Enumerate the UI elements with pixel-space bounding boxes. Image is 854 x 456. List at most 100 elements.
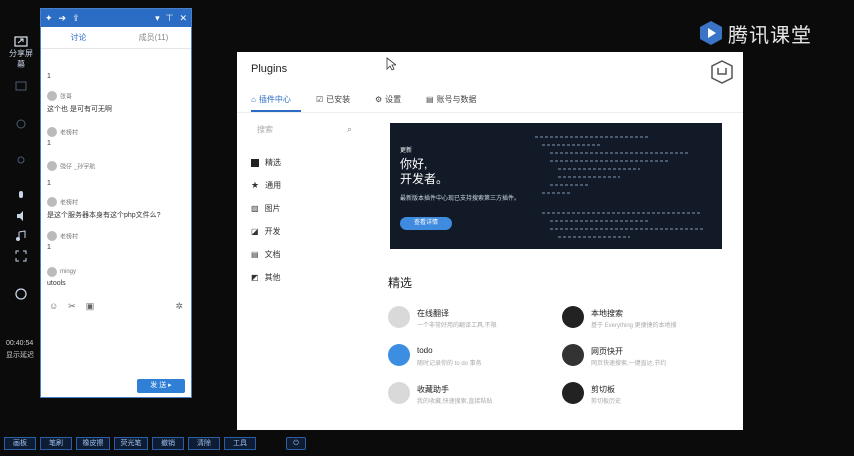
speaker-icon — [17, 211, 23, 221]
banner-tag: 更新 — [400, 148, 413, 154]
chat-message: 1 — [47, 180, 51, 187]
tab-account-data[interactable]: ▤ 账号与数据 — [426, 94, 477, 105]
category-images[interactable]: ▨ 图片 — [251, 203, 281, 214]
volume-button[interactable] — [6, 210, 36, 222]
code-icon: ◪ — [251, 227, 259, 236]
clear-button[interactable]: 清除 — [188, 437, 220, 450]
more-icon: ◩ — [251, 273, 259, 282]
plugin-item-todo[interactable]: todo 随时记录你的 to do 事务 — [388, 344, 558, 370]
tools-button[interactable]: 工具 — [224, 437, 256, 450]
avatar — [47, 267, 57, 277]
category-documents[interactable]: ▤ 文档 — [251, 249, 281, 260]
plugin-item-web-open[interactable]: 网页快开 网页快速搜索,一键直达,节约 — [562, 344, 732, 370]
utools-logo-icon[interactable] — [710, 60, 734, 84]
rocket-icon — [562, 344, 584, 366]
share-icon[interactable]: ⇪ — [72, 13, 80, 24]
avatar — [47, 231, 57, 241]
translate-icon — [388, 306, 410, 328]
plugin-name: todo — [417, 346, 433, 355]
pin-icon[interactable]: ✦ — [45, 13, 53, 24]
plugin-name: 收藏助手 — [417, 385, 449, 394]
plugin-item-translate[interactable]: 在线翻译 一个非常好用的翻译工具,不限 — [388, 306, 558, 332]
power-icon: ⏻ — [293, 440, 299, 447]
search-box[interactable]: 搜索 — [257, 124, 357, 138]
arrow-icon[interactable]: ➔ — [59, 13, 67, 24]
hero-banner: 更新 你好, 开发者。 最新版本插件中心现已支持搜索第三方插件。 查看详情 — [390, 123, 722, 249]
category-development[interactable]: ◪ 开发 — [251, 226, 281, 237]
plugin-item-local-search[interactable]: 本地搜索 基于 Everything 更便捷的本地搜 — [562, 306, 732, 332]
avatar — [47, 91, 57, 101]
category-other[interactable]: ◩ 其他 — [251, 272, 281, 283]
eraser-button[interactable]: 橡皮擦 — [76, 437, 110, 450]
power-button[interactable]: ⏻ — [286, 437, 306, 450]
chat-message: 1 — [47, 73, 51, 80]
check-icon: ☑ — [316, 95, 324, 104]
search-icon — [562, 306, 584, 328]
highlighter-button[interactable]: 荧光笔 — [114, 437, 148, 450]
chat-tabs: 讨论 成员(11) — [41, 27, 191, 49]
undo-button[interactable]: 撤销 — [152, 437, 184, 450]
tab-discussion[interactable]: 讨论 — [41, 27, 116, 48]
plugin-desc: 随时记录你的 to do 事务 — [417, 361, 482, 367]
bottom-toolbar: 画板 笔刷 橡皮擦 荧光笔 撤销 清除 工具 ⏻ — [0, 434, 310, 452]
tab-settings[interactable]: ⚙ 设置 — [375, 94, 401, 105]
chat-panel: ✦ ➔ ⇪ ▾ ⊤ ✕ 讨论 成员(11) 1 张哥 这个也 是可有可无啊 老榜村… — [40, 8, 192, 398]
settings-icon[interactable]: ✲ — [175, 301, 183, 312]
bookmark-icon — [388, 382, 410, 404]
plugin-item-clipboard[interactable]: 剪切板 剪切板历史 — [562, 382, 732, 408]
category-featured[interactable]: 精选 — [251, 157, 281, 168]
camera-icon — [16, 119, 26, 129]
share-screen-label: 分享屏幕 — [9, 49, 33, 69]
toolbar-item-2[interactable] — [6, 80, 36, 92]
plugin-desc: 一个非常好用的翻译工具,不限 — [417, 323, 497, 329]
plugin-name: 剪切板 — [591, 385, 615, 394]
share-screen-button[interactable]: 分享屏幕 — [6, 36, 36, 70]
timer-button[interactable] — [6, 286, 36, 300]
chat-message: 老榜村 1 — [47, 231, 78, 251]
view-details-button[interactable]: 查看详情 — [400, 217, 452, 230]
tab-installed[interactable]: ☑ 已安装 — [316, 94, 350, 105]
tab-label: 插件中心 — [258, 95, 291, 104]
close-icon[interactable]: ✕ — [179, 13, 187, 24]
tab-members[interactable]: 成员(11) — [116, 27, 191, 48]
plugin-desc: 我的收藏,快速搜索,直接粘贴 — [417, 399, 493, 405]
chevron-down-icon[interactable]: ▾ — [155, 13, 160, 24]
chat-message: mingy utools — [47, 267, 77, 287]
avatar — [47, 127, 57, 137]
divider — [237, 112, 743, 113]
plugin-item-favorites[interactable]: 收藏助手 我的收藏,快速搜索,直接粘贴 — [388, 382, 558, 408]
music-icon — [16, 230, 26, 241]
scissors-icon[interactable]: ✂ — [68, 301, 76, 312]
category-general[interactable]: ★ 通用 — [251, 180, 281, 191]
plugins-window: Plugins ⌂ 插件中心 ☑ 已安装 ⚙ 设置 ▤ 账号与数据 搜索 ⌕ 精选 ★ 通… — [237, 52, 743, 430]
mic-icon — [19, 191, 23, 198]
tencent-classroom-logo-icon — [700, 21, 722, 45]
check-icon — [388, 344, 410, 366]
toolbar-item-4[interactable] — [6, 156, 36, 168]
fullscreen-button[interactable] — [6, 250, 36, 262]
tab-label: 账号与数据 — [436, 95, 477, 104]
image-icon[interactable]: ▣ — [86, 301, 95, 312]
search-input[interactable]: 搜索 — [257, 125, 273, 134]
chat-message: 强仔 _孙宇航 — [47, 161, 95, 171]
send-button[interactable]: 发 送 ▸ — [137, 379, 185, 393]
whiteboard-button[interactable]: 画板 — [4, 437, 36, 450]
tab-label: 已安装 — [326, 95, 351, 104]
brush-button[interactable]: 笔刷 — [40, 437, 72, 450]
code-illustration — [535, 136, 705, 238]
mouse-cursor-icon — [386, 57, 396, 71]
search-icon[interactable]: ⌕ — [347, 124, 352, 135]
image-icon: ▨ — [251, 204, 259, 213]
pushpin-icon[interactable]: ⊤ — [166, 13, 174, 24]
tab-plugin-center[interactable]: ⌂ 插件中心 — [251, 94, 291, 105]
banner-headline: 你好, 开发者。 — [400, 157, 449, 186]
toolbar-item-3[interactable] — [6, 118, 36, 130]
music-button[interactable] — [6, 230, 36, 242]
tab-label: 设置 — [385, 95, 402, 104]
mic-button[interactable] — [6, 190, 36, 202]
banner-description: 最新版本插件中心现已支持搜索第三方插件。 — [400, 196, 521, 202]
emoji-icon[interactable]: ☺ — [49, 301, 58, 312]
gift-icon — [251, 158, 259, 167]
plugin-desc: 剪切板历史 — [591, 399, 622, 405]
id-card-icon: ▤ — [426, 95, 434, 104]
